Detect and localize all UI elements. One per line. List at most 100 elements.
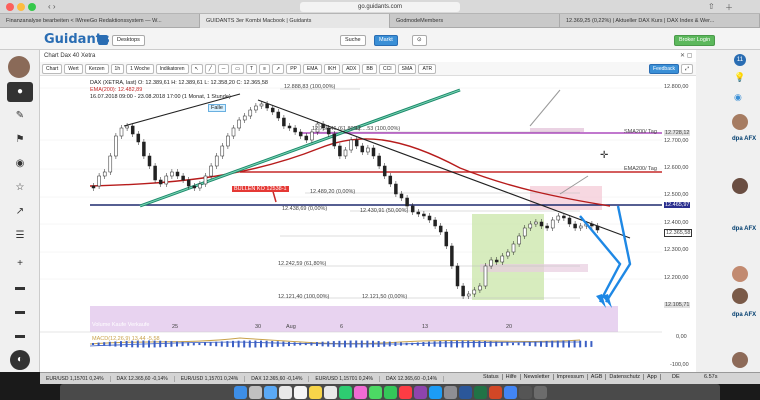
- draw-text-icon[interactable]: T: [246, 63, 258, 74]
- photos-icon[interactable]: [278, 385, 292, 399]
- chrome-icon[interactable]: [503, 385, 517, 399]
- range-select[interactable]: 1 Woche: [126, 63, 154, 74]
- terminal-icon[interactable]: [518, 385, 532, 399]
- safari-icon[interactable]: [263, 385, 277, 399]
- draw-rect-icon[interactable]: ▭: [231, 63, 245, 74]
- interval-select[interactable]: 1h: [110, 63, 125, 74]
- adx-button[interactable]: ADX: [342, 63, 361, 74]
- word-icon[interactable]: [458, 385, 472, 399]
- language-select[interactable]: DE: [672, 374, 680, 380]
- ticker-item[interactable]: EUR/USD 1,15701 0,24%: [175, 375, 246, 382]
- new-tab-icon[interactable]: ＋: [725, 2, 733, 13]
- impressum-link[interactable]: Impressum: [554, 374, 588, 380]
- lightbulb-icon[interactable]: 💡: [734, 72, 745, 83]
- trash-icon[interactable]: [533, 385, 547, 399]
- wert-button[interactable]: Wert: [64, 63, 83, 74]
- settings-icon[interactable]: ⊙: [412, 35, 427, 46]
- photos-app-icon[interactable]: [353, 385, 367, 399]
- chart-icon[interactable]: ◉: [734, 92, 742, 103]
- ticker-item[interactable]: EUR/USD 1,15701 0,24%: [40, 375, 111, 382]
- share-icon[interactable]: ⇧: [708, 2, 715, 11]
- markt-button[interactable]: Markt: [374, 35, 398, 46]
- bell-icon[interactable]: ⚑: [7, 130, 33, 150]
- dpa-afx-logo[interactable]: dpa AFX: [732, 312, 756, 318]
- trend-icon[interactable]: ↗: [7, 202, 33, 222]
- browser-tab[interactable]: GodmodeMembers: [390, 14, 560, 28]
- notes-icon[interactable]: [308, 385, 322, 399]
- ema-button[interactable]: EMA: [302, 63, 322, 74]
- back-forward-icon[interactable]: ‹ ›: [48, 2, 78, 12]
- powerpoint-icon[interactable]: [488, 385, 502, 399]
- dpa-afx-logo[interactable]: dpa AFX: [732, 136, 756, 142]
- atr-button[interactable]: ATR: [418, 63, 437, 74]
- avatar[interactable]: [732, 266, 748, 282]
- nav-icon[interactable]: ●: [7, 82, 33, 102]
- avatar[interactable]: [732, 352, 748, 368]
- appstore-icon[interactable]: [428, 385, 442, 399]
- podcasts-icon[interactable]: [413, 385, 427, 399]
- agb-link[interactable]: AGB: [588, 374, 607, 380]
- datenschutz-link[interactable]: Datenschutz: [606, 374, 644, 380]
- settings-icon[interactable]: [443, 385, 457, 399]
- address-bar[interactable]: go.guidants.com: [300, 2, 460, 12]
- app-link[interactable]: App: [644, 374, 661, 380]
- ticker-item[interactable]: DAX 12.365,60 -0,14%: [380, 375, 445, 382]
- list-icon[interactable]: ☰: [7, 226, 33, 246]
- folder-icon[interactable]: ▬: [7, 326, 33, 346]
- draw-hline-icon[interactable]: ─: [217, 63, 230, 74]
- finder-icon[interactable]: [233, 385, 247, 399]
- eye-icon[interactable]: ◉: [7, 154, 33, 174]
- star-icon[interactable]: ☆: [7, 178, 33, 198]
- draw-arrow-icon[interactable]: ➚: [272, 63, 285, 74]
- browser-tab[interactable]: Finanzanalyse bearbeiten < IWreeGo Redak…: [0, 14, 200, 28]
- browser-tab-active[interactable]: GUIDANTS 3er Kombi Macbook | Guidants: [200, 14, 390, 28]
- draw-cursor-icon[interactable]: ↖: [190, 63, 203, 74]
- folder-icon[interactable]: ▬: [7, 278, 33, 298]
- desktops-button[interactable]: Desktops: [112, 35, 145, 46]
- ticker-item[interactable]: DAX 12.365,60 -0,14%: [245, 375, 310, 382]
- reminders-icon[interactable]: [323, 385, 337, 399]
- indikatoren-button[interactable]: Indikatoren: [155, 63, 189, 74]
- maps-icon[interactable]: [338, 385, 352, 399]
- broker-login-button[interactable]: Broker Login: [674, 35, 716, 46]
- dpa-afx-logo[interactable]: dpa AFX: [732, 226, 756, 232]
- add-icon[interactable]: +: [7, 254, 33, 274]
- notification-badge[interactable]: 11: [734, 54, 746, 66]
- newsletter-link[interactable]: Newsletter: [521, 374, 554, 380]
- feedback-button[interactable]: Feedback: [649, 63, 679, 74]
- fullscreen-icon[interactable]: ⤢: [680, 63, 693, 74]
- chat-icon[interactable]: ✎: [7, 106, 33, 126]
- messages-icon[interactable]: [368, 385, 382, 399]
- maximize-window-icon[interactable]: [28, 3, 36, 11]
- folder-icon[interactable]: ▬: [7, 302, 33, 322]
- cci-button[interactable]: CCI: [379, 63, 396, 74]
- ticker-item[interactable]: DAX 12.365,60 -0,14%: [111, 375, 175, 382]
- music-icon[interactable]: [398, 385, 412, 399]
- status-link[interactable]: Status: [480, 374, 503, 380]
- grid-icon[interactable]: [98, 35, 108, 45]
- panel-controls-icon[interactable]: ✕ ▢: [680, 52, 692, 59]
- ikh-button[interactable]: IKH: [323, 63, 341, 74]
- close-window-icon[interactable]: [6, 3, 14, 11]
- sma-button[interactable]: SMA: [397, 63, 417, 74]
- toggle-icon[interactable]: ◐: [10, 350, 30, 370]
- launchpad-icon[interactable]: [248, 385, 262, 399]
- excel-icon[interactable]: [473, 385, 487, 399]
- draw-line-icon[interactable]: ╱: [204, 63, 216, 74]
- facetime-icon[interactable]: [383, 385, 397, 399]
- avatar[interactable]: [8, 56, 30, 78]
- browser-tab[interactable]: 12.369,25 (0,22%) | Aktueller DAX Kurs |…: [560, 14, 760, 28]
- help-link[interactable]: Hilfe: [503, 374, 521, 380]
- ticker-item[interactable]: EUR/USD 1,15701 0,24%: [309, 375, 380, 382]
- calendar-icon[interactable]: [293, 385, 307, 399]
- draw-fib-icon[interactable]: ≡: [259, 63, 270, 74]
- bb-button[interactable]: BB: [362, 63, 378, 74]
- kerzen-button[interactable]: Kerzen: [84, 63, 109, 74]
- avatar[interactable]: [732, 288, 748, 304]
- chart-menu-button[interactable]: Chart: [42, 63, 63, 74]
- avatar[interactable]: [732, 114, 748, 130]
- minimize-window-icon[interactable]: [17, 3, 25, 11]
- avatar[interactable]: [732, 178, 748, 194]
- search-button[interactable]: Suche: [340, 35, 366, 46]
- pp-button[interactable]: PP: [286, 63, 301, 74]
